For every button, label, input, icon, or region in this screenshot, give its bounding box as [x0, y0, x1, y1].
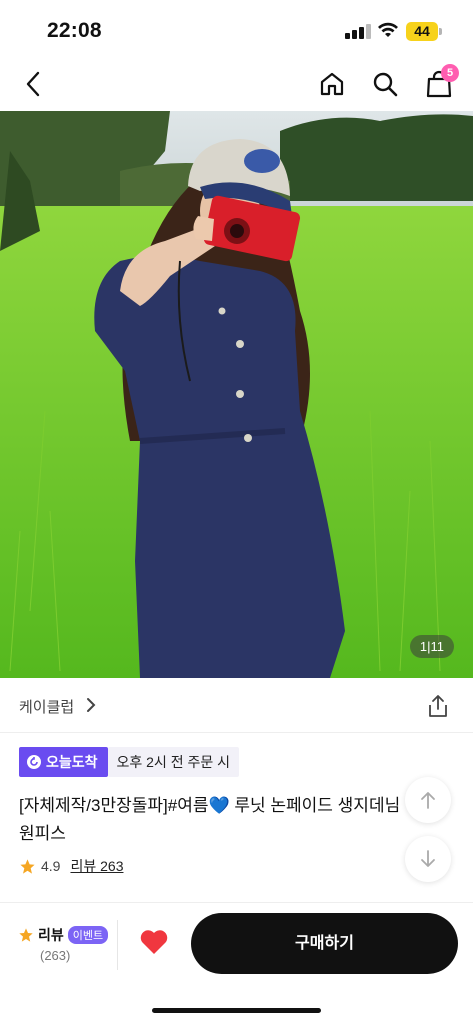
home-indicator	[152, 1008, 321, 1013]
like-button[interactable]	[139, 928, 169, 961]
arrow-up-icon	[421, 792, 435, 809]
event-badge: 이벤트	[67, 926, 109, 944]
bottom-action-bar: 리뷰 이벤트 (263) 구매하기	[0, 902, 473, 1025]
review-link[interactable]: 리뷰 263	[70, 856, 123, 876]
store-row[interactable]: 케이클럽	[0, 678, 473, 733]
cellular-signal-icon	[345, 24, 371, 39]
cart-count-badge: 5	[441, 64, 459, 82]
divider	[117, 920, 118, 970]
store-name[interactable]: 케이클럽	[19, 696, 74, 717]
arrow-return-icon	[27, 755, 41, 769]
rating-row: 4.9 리뷰 263	[19, 856, 123, 876]
blue-heart-emoji: 💙	[208, 796, 230, 815]
product-title-line2: 원피스	[19, 824, 66, 843]
home-button[interactable]	[316, 68, 348, 100]
wifi-icon	[378, 22, 398, 37]
review-label: 리뷰	[38, 927, 64, 943]
search-icon	[373, 72, 398, 97]
status-bar: 22:08 44	[0, 0, 473, 60]
chevron-right-icon	[87, 698, 96, 712]
delivery-badges: 오늘도착 오후 2시 전 주문 시	[19, 747, 240, 777]
battery-indicator: 44	[406, 22, 438, 41]
bottom-review-button[interactable]: 리뷰 이벤트	[18, 925, 109, 945]
battery-tip	[439, 28, 442, 35]
product-title-part2: 루닛 논페이드 생지데님	[229, 796, 401, 815]
order-deadline: 오후 2시 전 주문 시	[107, 747, 240, 777]
back-button[interactable]	[17, 68, 49, 100]
buy-button[interactable]: 구매하기	[191, 913, 458, 974]
share-icon[interactable]	[427, 694, 449, 718]
product-image[interactable]: 1|11	[0, 111, 473, 678]
product-photo	[0, 111, 473, 678]
today-delivery-label: 오늘도착	[46, 754, 98, 770]
scroll-up-button[interactable]	[405, 777, 451, 823]
home-icon	[320, 72, 344, 96]
product-title-part1: [자체제작/3만장돌파]#여름	[19, 796, 209, 815]
image-counter: 1|11	[409, 635, 454, 658]
clock: 22:08	[47, 19, 102, 42]
heart-icon	[140, 930, 168, 954]
review-count: (263)	[40, 948, 71, 963]
star-icon	[19, 928, 33, 942]
product-title: [자체제작/3만장돌파]#여름💙 루닛 논페이드 생지데님 원피스	[19, 792, 419, 848]
arrow-down-icon	[421, 850, 435, 867]
rating-score: 4.9	[41, 858, 61, 874]
star-icon	[20, 858, 35, 874]
today-delivery-badge: 오늘도착	[19, 747, 108, 777]
search-button[interactable]	[369, 68, 401, 100]
chevron-left-icon	[26, 71, 40, 97]
top-nav	[0, 60, 473, 110]
scroll-down-button[interactable]	[405, 836, 451, 882]
